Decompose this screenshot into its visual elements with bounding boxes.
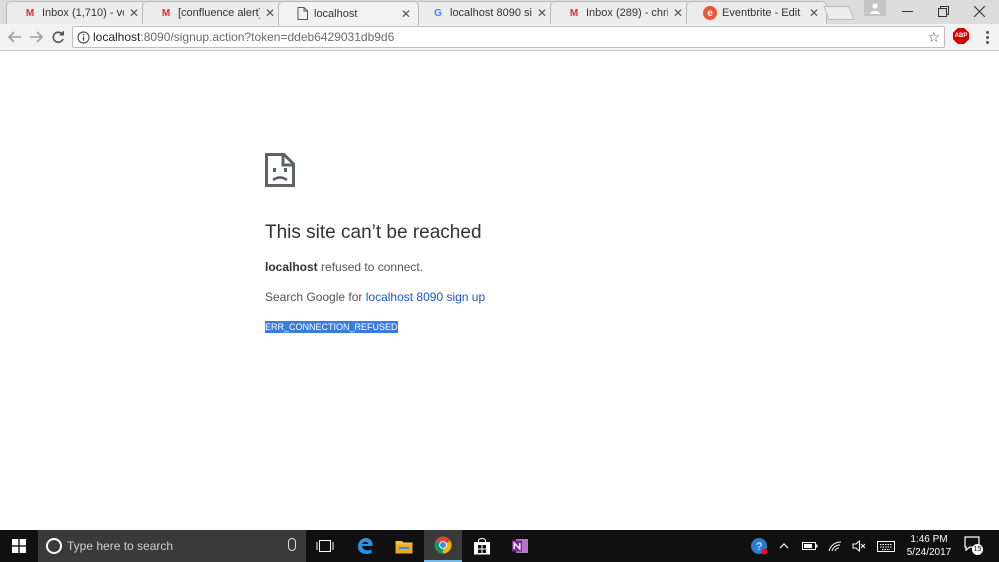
windows-logo-icon [12, 539, 26, 553]
close-icon[interactable]: ✕ [128, 6, 140, 20]
browser-menu-button[interactable] [982, 27, 992, 47]
start-button[interactable] [0, 530, 38, 562]
bookmark-star-icon[interactable]: ☆ [927, 29, 940, 46]
close-icon[interactable]: ✕ [672, 6, 684, 20]
action-center-icon[interactable]: 15 [964, 536, 984, 555]
tab-title: localhost [314, 7, 358, 20]
url-text: localhost:8090/signup.action?token=ddeb6… [93, 30, 394, 44]
battery-icon[interactable] [800, 530, 820, 562]
url-host: localhost [93, 30, 141, 44]
gmail-icon: M [569, 7, 579, 19]
forward-button[interactable] [27, 28, 45, 46]
show-hidden-icons-chevron-icon[interactable] [776, 530, 792, 562]
close-icon[interactable]: ✕ [400, 7, 412, 21]
profile-icon[interactable] [864, 0, 886, 16]
search-placeholder: Type here to search [67, 539, 174, 553]
file-explorer-icon[interactable] [385, 530, 423, 562]
error-page: This site can’t be reached localhost ref… [0, 52, 999, 530]
eventbrite-icon: e [703, 6, 717, 20]
tab-localhost[interactable]: localhost ✕ [278, 1, 419, 25]
edge-icon[interactable] [346, 530, 384, 562]
url-path: :8090/signup.action?token=ddeb6429031db9… [140, 30, 395, 44]
task-view-icon[interactable] [306, 530, 344, 562]
tab-eventbrite[interactable]: e Eventbrite - Edit Seco ✕ [686, 1, 827, 24]
wifi-icon[interactable] [826, 530, 844, 562]
close-icon[interactable]: ✕ [264, 6, 276, 20]
keyboard-icon[interactable] [875, 530, 897, 562]
clock-date: 5/24/2017 [906, 547, 952, 558]
tab-strip: M Inbox (1,710) - vorug ✕ M [confluence … [0, 0, 999, 25]
tab-title: Inbox (1,710) - vorug [42, 7, 124, 19]
error-code: ERR_CONNECTION_REFUSED [265, 321, 398, 333]
tab-inbox-chrisjja[interactable]: M Inbox (289) - chrisjja ✕ [550, 1, 691, 24]
error-title: This site can’t be reached [265, 222, 482, 243]
microphone-icon[interactable] [288, 538, 296, 551]
close-icon[interactable]: ✕ [536, 6, 548, 20]
tab-title: Eventbrite - Edit Seco [722, 7, 804, 19]
cortana-icon [46, 538, 62, 554]
gmail-icon: M [25, 7, 35, 19]
tab-google-search[interactable]: G localhost 8090 sign u ✕ [414, 1, 555, 24]
error-host: localhost [265, 260, 318, 274]
clock-time: 1:46 PM [910, 534, 948, 545]
tab-inbox-vorug[interactable]: M Inbox (1,710) - vorug ✕ [6, 1, 147, 24]
svg-text:?: ? [756, 541, 762, 553]
search-google-link[interactable]: localhost 8090 sign up [366, 290, 485, 304]
address-bar[interactable]: localhost:8090/signup.action?token=ddeb6… [72, 26, 945, 48]
onenote-icon[interactable] [501, 530, 539, 562]
tab-title: localhost 8090 sign u [450, 7, 532, 19]
close-icon[interactable]: ✕ [808, 6, 820, 20]
search-prefix: Search Google for [265, 290, 366, 304]
restore-button[interactable] [926, 0, 960, 22]
browser-toolbar: localhost:8090/signup.action?token=ddeb6… [0, 24, 999, 51]
gmail-icon: M [161, 7, 171, 19]
sad-document-icon [265, 153, 295, 192]
error-message: localhost refused to connect. [265, 260, 423, 274]
system-clock[interactable]: 1:46 PM 5/24/2017 [896, 533, 962, 559]
reload-button[interactable] [49, 28, 67, 46]
search-suggestion: Search Google for localhost 8090 sign up [265, 290, 485, 304]
error-refused-text: refused to connect. [317, 260, 424, 274]
adblock-plus-icon[interactable]: ABP [953, 28, 969, 44]
notification-count: 15 [972, 544, 983, 555]
minimize-button[interactable] [890, 0, 924, 22]
back-button[interactable] [6, 28, 24, 46]
new-tab-button[interactable] [823, 6, 855, 20]
tab-title: Inbox (289) - chrisjja [586, 7, 668, 19]
close-window-button[interactable] [962, 0, 996, 22]
chrome-taskbar-icon[interactable] [424, 530, 462, 562]
tab-title: [confluence alert] Gir [178, 7, 260, 19]
info-icon[interactable] [73, 30, 93, 44]
volume-muted-icon[interactable] [850, 530, 868, 562]
taskbar-search-box[interactable]: Type here to search [38, 530, 306, 562]
windows-taskbar: Type here to search ? 1:46 PM 5/24/2017 … [0, 530, 999, 562]
store-icon[interactable] [463, 530, 501, 562]
help-icon[interactable]: ? [748, 530, 770, 562]
tab-confluence-alert[interactable]: M [confluence alert] Gir ✕ [142, 1, 283, 24]
google-icon: G [434, 7, 442, 19]
adblock-label: ABP [954, 33, 968, 39]
page-icon [295, 7, 309, 21]
